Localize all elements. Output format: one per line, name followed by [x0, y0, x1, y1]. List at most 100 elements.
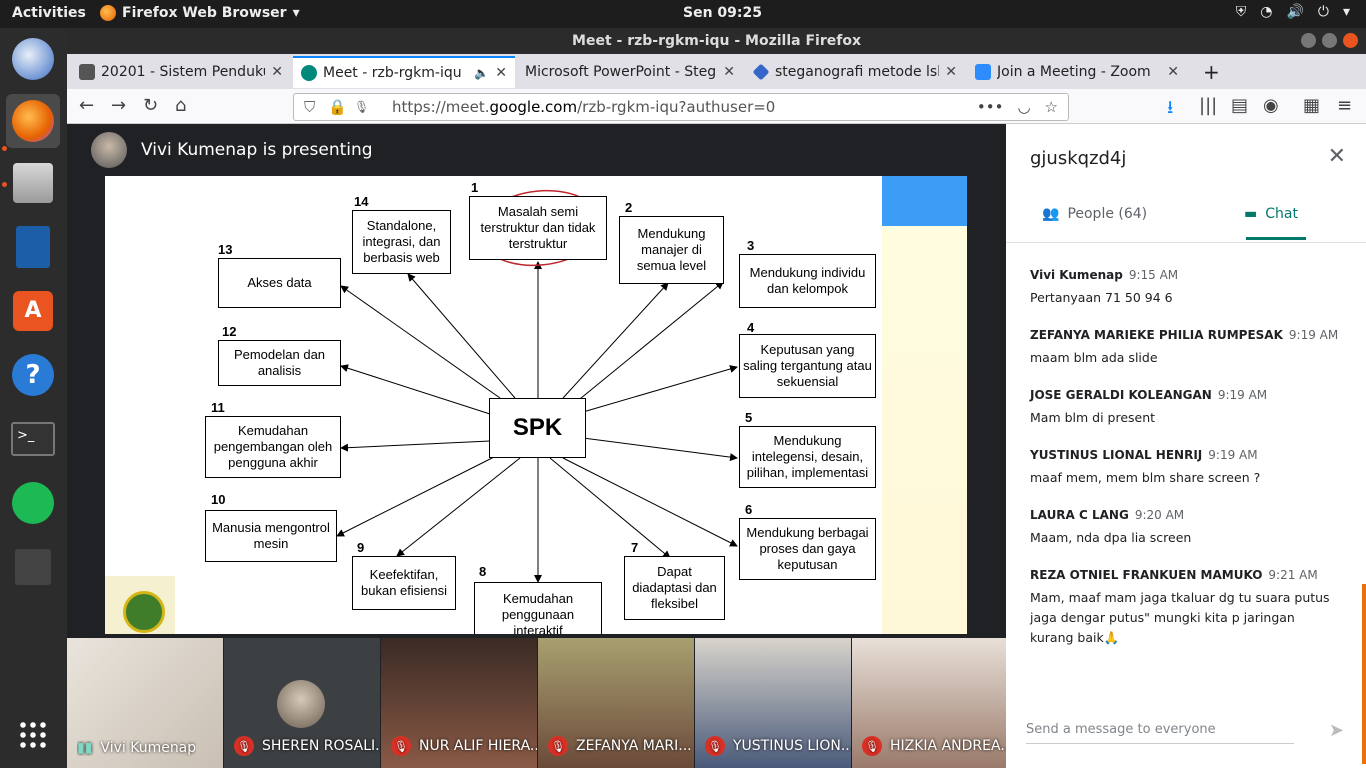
- library-icon[interactable]: |||: [1199, 95, 1217, 116]
- chat-message: JOSE GERALDI KOLEANGAN 9:19 AM Mam blm di…: [1030, 388, 1340, 428]
- close-window-button[interactable]: [1343, 33, 1358, 48]
- app-menu[interactable]: Firefox Web Browser ▾: [100, 5, 300, 21]
- maximize-button[interactable]: [1322, 33, 1337, 48]
- clock[interactable]: Sen 09:25: [683, 5, 762, 21]
- close-icon[interactable]: ✕: [271, 64, 283, 80]
- tab-powerpoint[interactable]: Microsoft PowerPoint - Steg ✕: [517, 56, 743, 88]
- lock-icon[interactable]: 🔒: [328, 94, 347, 120]
- chat-input[interactable]: Send a message to everyone: [1026, 722, 1294, 744]
- dock-firefox[interactable]: [6, 94, 60, 148]
- back-button[interactable]: ←: [79, 95, 94, 116]
- chevron-down-icon[interactable]: ▾: [1343, 4, 1350, 20]
- message-text: Maam, nda dpa lia screen: [1030, 530, 1192, 545]
- dock-spotify[interactable]: [6, 476, 60, 530]
- item-box: Mendukung intelegensi, desain, pilihan, …: [739, 426, 876, 488]
- item-number: 7: [631, 540, 639, 555]
- tab-zoom[interactable]: Join a Meeting - Zoom ✕: [967, 56, 1187, 88]
- dock-thunderbird[interactable]: [6, 32, 60, 86]
- firefox-icon: [12, 100, 54, 142]
- forward-button[interactable]: →: [111, 95, 126, 116]
- plus-icon: +: [1203, 60, 1220, 84]
- system-top-bar: Activities Firefox Web Browser ▾ Sen 09:…: [0, 0, 1366, 28]
- meeting-code: gjuskqzd4j: [1030, 148, 1127, 169]
- send-icon[interactable]: ➤: [1329, 720, 1344, 741]
- participant-tile[interactable]: 🎙 ZEFANYA MARI...: [538, 638, 694, 768]
- dock-files[interactable]: [6, 156, 60, 210]
- diamond-icon: [752, 63, 770, 81]
- speaker-icon[interactable]: 🔈: [474, 66, 489, 80]
- close-icon[interactable]: ✕: [945, 64, 957, 80]
- scrollbar[interactable]: [1362, 584, 1366, 764]
- power-icon[interactable]: ⏻: [1318, 4, 1329, 20]
- message-sender: LAURA C LANG: [1030, 508, 1129, 522]
- menu-icon[interactable]: ≡: [1337, 95, 1352, 116]
- participant-name-row: 🎙 YUSTINUS LION...: [705, 736, 851, 756]
- dock-writer[interactable]: [6, 220, 60, 274]
- dock-screenshot[interactable]: [6, 540, 60, 594]
- help-icon: ?: [12, 354, 54, 396]
- tab-steganografi[interactable]: steganografi metode lsb ✕: [745, 56, 965, 88]
- url-bar[interactable]: ⛉ 🔒 🎙 https://meet.google.com/rzb-rgkm-i…: [293, 93, 1069, 121]
- item-box: Keefektifan, bukan efisiensi: [352, 556, 456, 610]
- speaking-icon: ▮▮: [77, 740, 93, 756]
- microphone-icon[interactable]: 🎙: [354, 94, 369, 120]
- participant-name-row: 🎙 NUR ALIF HIERA...: [391, 736, 537, 756]
- minimize-button[interactable]: [1301, 33, 1316, 48]
- message-time: 9:21 AM: [1268, 568, 1318, 582]
- reload-button[interactable]: ↻: [143, 95, 158, 116]
- home-button[interactable]: ⌂: [175, 95, 186, 116]
- participant-tile[interactable]: 🎙 NUR ALIF HIERA...: [381, 638, 537, 768]
- close-icon[interactable]: ✕: [1167, 64, 1179, 80]
- show-applications-button[interactable]: [6, 708, 60, 762]
- sidebar-icon[interactable]: ▤: [1231, 95, 1248, 116]
- account-icon[interactable]: ◉: [1263, 95, 1279, 116]
- pocket-icon[interactable]: ◡: [1017, 94, 1030, 120]
- wifi-icon[interactable]: ◔: [1260, 4, 1272, 20]
- tab-meet[interactable]: Meet - rzb-rgkm-iqu 🔈 ✕: [293, 56, 515, 88]
- extensions-icon[interactable]: ▦: [1303, 95, 1320, 116]
- dock-help[interactable]: ?: [6, 348, 60, 402]
- chat-message: YUSTINUS LIONAL HENRIJ 9:19 AM maaf mem, …: [1030, 448, 1340, 488]
- system-tray[interactable]: ⛨ ◔ 🔊 ⏻ ▾: [1236, 4, 1350, 20]
- close-icon[interactable]: ✕: [495, 65, 507, 81]
- chevron-down-icon: ▾: [292, 5, 300, 21]
- item-box: Mendukung berbagai proses dan gaya keput…: [739, 518, 876, 580]
- participant-name: Vivi Kumenap: [100, 740, 197, 756]
- activities-button[interactable]: Activities: [12, 5, 86, 21]
- item-number: 13: [218, 242, 233, 257]
- url-text[interactable]: https://meet.google.com/rzb-rgkm-iqu?aut…: [392, 94, 775, 120]
- tab-label: People (64): [1067, 206, 1148, 222]
- item-number: 9: [357, 540, 365, 555]
- new-tab-button[interactable]: +: [1195, 56, 1225, 88]
- url-rest: /rzb-rgkm-iqu?authuser=0: [577, 98, 776, 116]
- chat-icon: ▬: [1244, 206, 1258, 222]
- volume-icon[interactable]: 🔊: [1286, 4, 1303, 20]
- close-icon[interactable]: ✕: [723, 64, 735, 80]
- participant-tile[interactable]: 🎙 HIZKIA ANDREA...: [852, 638, 1008, 768]
- participant-tile[interactable]: 🎙 YUSTINUS LION...: [695, 638, 851, 768]
- firefox-icon: [100, 5, 116, 21]
- download-icon[interactable]: ⭳: [1167, 95, 1173, 125]
- dock-software[interactable]: A: [6, 284, 60, 338]
- tracking-shield-icon[interactable]: ⛉: [304, 94, 315, 120]
- participant-tile[interactable]: 🎙 SHEREN ROSALI...: [224, 638, 380, 768]
- item-number: 11: [211, 400, 225, 415]
- tab-people[interactable]: 👥 People (64): [1042, 206, 1147, 222]
- tab-label: Chat: [1265, 206, 1298, 222]
- item-number: 6: [745, 502, 753, 517]
- window-controls: [1301, 33, 1358, 48]
- message-sender: ZEFANYA MARIEKE PHILIA RUMPESAK: [1030, 328, 1283, 342]
- mic-off-icon: 🎙: [705, 736, 725, 756]
- divider: [1006, 242, 1366, 243]
- participant-tile[interactable]: ▮▮ Vivi Kumenap: [67, 638, 223, 768]
- message-text: Mam, maaf mam jaga tkaluar dg tu suara p…: [1030, 590, 1330, 645]
- more-icon[interactable]: •••: [977, 94, 1004, 120]
- tab-sistem-pendukung[interactable]: 20201 - Sistem Pendukun ✕: [71, 56, 291, 88]
- close-icon[interactable]: ✕: [1328, 144, 1346, 169]
- shield-icon[interactable]: ⛨: [1236, 4, 1247, 20]
- tab-chat[interactable]: ▬ Chat: [1244, 206, 1298, 222]
- star-icon[interactable]: ☆: [1045, 94, 1058, 120]
- item-box: Mendukung manajer di semua level: [619, 216, 724, 284]
- dock-terminal[interactable]: >_: [6, 412, 60, 466]
- mic-off-icon: 🎙: [234, 736, 254, 756]
